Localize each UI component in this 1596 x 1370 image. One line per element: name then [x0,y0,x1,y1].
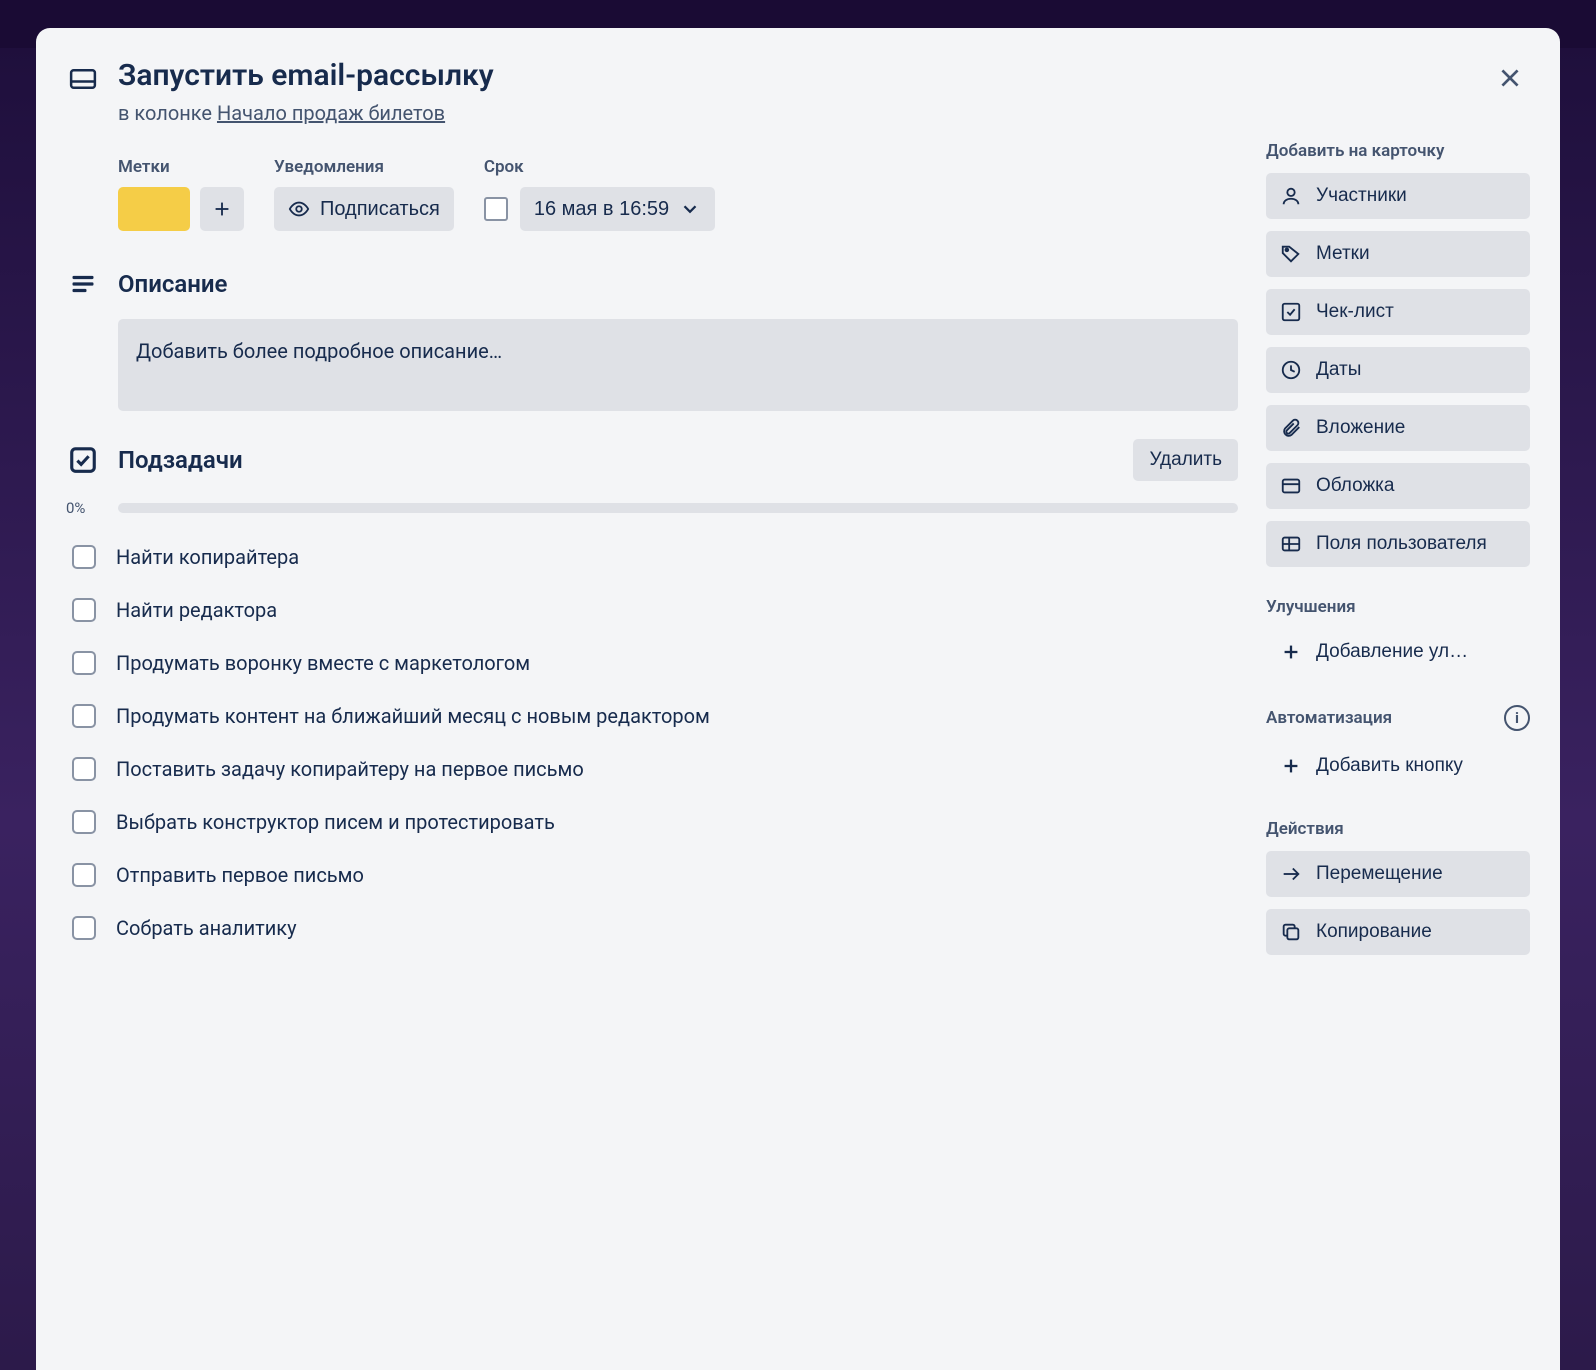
labels-heading: Метки [118,157,244,177]
checklist-item-text: Выбрать конструктор писем и протестирова… [116,808,555,837]
due-heading: Срок [484,157,715,177]
add-to-card-heading: Добавить на карточку [1266,141,1530,161]
card-modal: Запустить email-рассылку в колонке Начал… [36,28,1560,1370]
list-link[interactable]: Начало продаж билетов [217,101,445,125]
card-icon [66,62,100,96]
checklist-checkbox[interactable] [72,651,96,675]
checklist-item[interactable]: Выбрать конструктор писем и протестирова… [66,796,1238,849]
progress-percent: 0% [66,499,104,517]
clock-icon [1280,359,1302,381]
powerups-heading: Улучшения [1266,597,1530,617]
subscribe-button[interactable]: Подписаться [274,187,454,231]
due-field: Срок 16 мая в 16:59 [484,157,715,231]
checklist-item[interactable]: Отправить первое письмо [66,849,1238,902]
checklist-item[interactable]: Продумать контент на ближайший месяц с н… [66,690,1238,743]
description-heading: Описание [118,270,1238,298]
delete-checklist-button[interactable]: Удалить [1133,439,1238,481]
checklist-checkbox[interactable] [72,704,96,728]
plus-icon [1280,755,1302,777]
automation-heading: Автоматизация [1266,708,1392,728]
description-icon [66,267,100,301]
checklist-checkbox[interactable] [72,863,96,887]
due-date-button[interactable]: 16 мая в 16:59 [520,187,715,231]
checklist-icon [66,443,100,477]
checklist-checkbox[interactable] [72,810,96,834]
checklist-item-text: Продумать контент на ближайший месяц с н… [116,702,710,731]
checklist-heading: Подзадачи [118,446,1115,474]
checklist-item[interactable]: Найти копирайтера [66,531,1238,584]
chevron-down-icon [679,198,701,220]
paperclip-icon [1280,417,1302,439]
checklist-item[interactable]: Поставить задачу копирайтеру на первое п… [66,743,1238,796]
add-powerup-button[interactable]: Добавление ул… [1266,629,1530,675]
card-main: Метки Уведомления Подписаться [66,135,1238,1370]
labels-field: Метки [118,157,244,231]
card-title[interactable]: Запустить email-рассылку [118,58,1472,93]
close-button[interactable] [1490,58,1530,98]
card-header: Запустить email-рассылку в колонке Начал… [66,52,1530,135]
checklist-checkbox[interactable] [72,916,96,940]
checklist-checkbox[interactable] [72,757,96,781]
checklist-item[interactable]: Продумать воронку вместе с маркетологом [66,637,1238,690]
labels-button[interactable]: Метки [1266,231,1530,277]
checklist-checkbox[interactable] [72,598,96,622]
checklist-item-text: Найти копирайтера [116,543,299,572]
cover-button[interactable]: Обложка [1266,463,1530,509]
checklist-item[interactable]: Собрать аналитику [66,902,1238,955]
checklist-progress: 0% [66,499,1238,517]
user-icon [1280,185,1302,207]
notifications-heading: Уведомления [274,157,454,177]
arrow-right-icon [1280,863,1302,885]
card-in-list: в колонке Начало продаж билетов [118,101,1472,125]
checklist-item-text: Найти редактора [116,596,277,625]
description-input[interactable]: Добавить более подробное описание… [118,319,1238,411]
checklist-button[interactable]: Чек-лист [1266,289,1530,335]
dates-button[interactable]: Даты [1266,347,1530,393]
attachment-button[interactable]: Вложение [1266,405,1530,451]
actions-heading: Действия [1266,819,1530,839]
card-sidebar: Добавить на карточку Участники Метки Чек… [1266,135,1530,1370]
plus-icon [1280,641,1302,663]
add-automation-button[interactable]: Добавить кнопку [1266,743,1530,789]
description-section: Описание Добавить более подробное описан… [118,267,1238,411]
tag-icon [1280,243,1302,265]
progress-bar [118,503,1238,513]
card-fields: Метки Уведомления Подписаться [118,157,1238,231]
checklist-item[interactable]: Найти редактора [66,584,1238,637]
custom-fields-button[interactable]: Поля пользователя [1266,521,1530,567]
fields-icon [1280,533,1302,555]
checklist-item-text: Продумать воронку вместе с маркетологом [116,649,530,678]
checklist-checkbox[interactable] [72,545,96,569]
label-chip-yellow[interactable] [118,187,190,231]
checklist-item-text: Поставить задачу копирайтеру на первое п… [116,755,584,784]
copy-icon [1280,921,1302,943]
checklist-section: Подзадачи Удалить 0% Найти копирайтераНа… [118,439,1238,955]
due-checkbox[interactable] [484,197,508,221]
checklist-item-text: Собрать аналитику [116,914,297,943]
info-icon[interactable]: i [1504,705,1530,731]
add-label-button[interactable] [200,187,244,231]
checklist-item-text: Отправить первое письмо [116,861,364,890]
cover-icon [1280,475,1302,497]
members-button[interactable]: Участники [1266,173,1530,219]
check-square-icon [1280,301,1302,323]
move-button[interactable]: Перемещение [1266,851,1530,897]
copy-button[interactable]: Копирование [1266,909,1530,955]
notifications-field: Уведомления Подписаться [274,157,454,231]
